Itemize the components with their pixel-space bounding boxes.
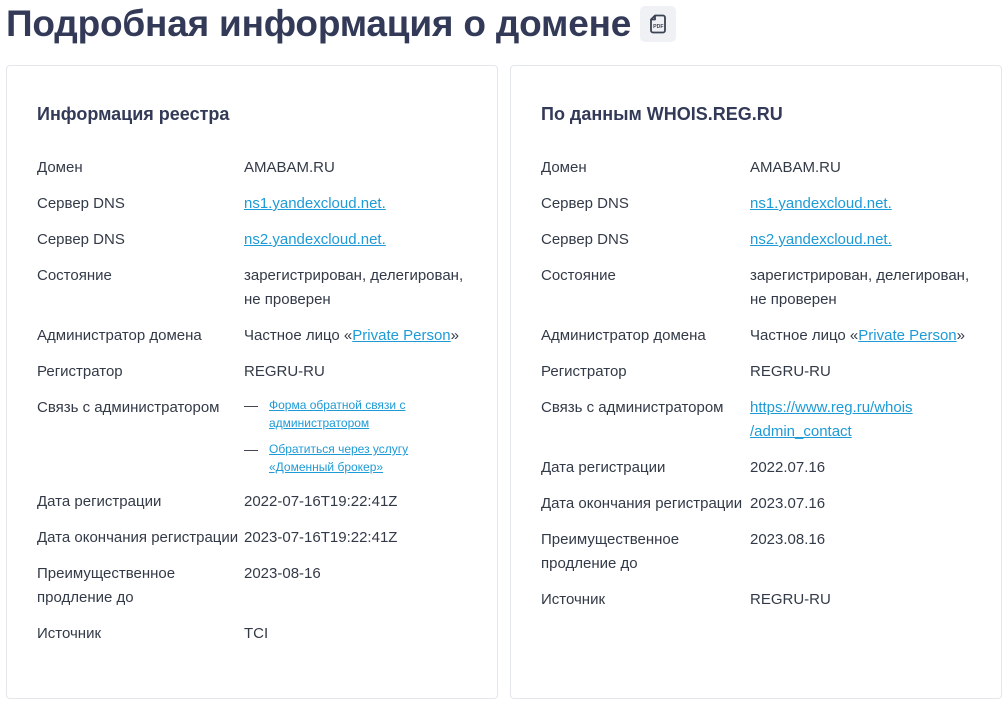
row-label: Домен bbox=[37, 159, 83, 176]
row-label: Сервер DNS bbox=[541, 195, 629, 212]
pdf-file-icon: PDF bbox=[650, 14, 667, 34]
list-dash: — bbox=[244, 397, 258, 413]
domain-value: AMABAM.RU bbox=[750, 159, 841, 176]
status-value: зарегистрирован, делегирован, не провере… bbox=[244, 267, 464, 308]
renewal-value: 2023.08.16 bbox=[750, 531, 826, 548]
registry-row-renewal: Преимущественное продление до 2023-08-16 bbox=[37, 562, 477, 610]
row-label: Дата окончания регистрации bbox=[37, 529, 239, 546]
admin-contact-link-line2: /admin_contact bbox=[750, 423, 852, 440]
whois-row-dns1: Сервер DNS ns1.yandexcloud.net. bbox=[541, 192, 981, 216]
whois-row-dns2: Сервер DNS ns2.yandexcloud.net. bbox=[541, 228, 981, 252]
whois-card-title: По данным WHOIS.REG.RU bbox=[541, 104, 783, 124]
registry-row-expires: Дата окончания регистрации 2023-07-16T19… bbox=[37, 526, 477, 550]
row-label: Преимущественное продление до bbox=[37, 565, 176, 606]
dns-server-link[interactable]: ns1.yandexcloud.net. bbox=[750, 195, 892, 212]
admin-prefix: Частное лицо « bbox=[244, 327, 353, 344]
admin-prefix: Частное лицо « bbox=[750, 327, 859, 344]
row-label: Сервер DNS bbox=[37, 231, 125, 248]
registry-card-title: Информация реестра bbox=[37, 104, 230, 124]
domain-broker-link[interactable]: Обратиться через услугу «Доменный брокер… bbox=[269, 440, 419, 476]
registry-info-list: Домен AMABAM.RU Сервер DNS ns1.yandexclo… bbox=[37, 156, 477, 658]
renewal-value: 2023-08-16 bbox=[244, 565, 321, 582]
row-label: Состояние bbox=[37, 267, 112, 284]
row-label: Регистратор bbox=[541, 363, 627, 380]
private-person-link[interactable]: Private Person bbox=[352, 327, 450, 344]
registry-row-domain: Домен AMABAM.RU bbox=[37, 156, 477, 180]
domain-value: AMABAM.RU bbox=[244, 159, 335, 176]
domain-info-page: Подробная информация о домене PDF Информ… bbox=[0, 0, 1007, 705]
dns-server-link[interactable]: ns2.yandexcloud.net. bbox=[244, 231, 386, 248]
whois-row-registrar: Регистратор REGRU-RU bbox=[541, 360, 981, 384]
source-value: REGRU-RU bbox=[750, 591, 831, 608]
whois-row-created: Дата регистрации 2022.07.16 bbox=[541, 456, 981, 480]
whois-row-status: Состояние зарегистрирован, делегирован, … bbox=[541, 264, 981, 312]
row-label: Сервер DNS bbox=[541, 231, 629, 248]
registry-info-card: Информация реестра Домен AMABAM.RU Серве… bbox=[6, 65, 498, 699]
row-label: Источник bbox=[37, 625, 102, 642]
admin-suffix: » bbox=[956, 327, 965, 344]
whois-row-renewal: Преимущественное продление до 2023.08.16 bbox=[541, 528, 981, 576]
row-label: Состояние bbox=[541, 267, 616, 284]
feedback-form-link[interactable]: Форма обратной связи с администратором bbox=[269, 396, 419, 432]
list-item: — Форма обратной связи с администратором bbox=[244, 396, 477, 432]
registry-row-dns1: Сервер DNS ns1.yandexcloud.net. bbox=[37, 192, 477, 216]
source-value: TCI bbox=[244, 625, 269, 642]
row-label: Администратор домена bbox=[37, 327, 202, 344]
created-value: 2022.07.16 bbox=[750, 459, 826, 476]
row-label: Источник bbox=[541, 591, 606, 608]
status-value: зарегистрирован, делегирован, не провере… bbox=[750, 267, 970, 308]
page-header: Подробная информация о домене PDF bbox=[6, 2, 677, 46]
row-label: Связь с администратором bbox=[37, 399, 220, 416]
list-dash: — bbox=[244, 441, 258, 457]
whois-info-list: Домен AMABAM.RU Сервер DNS ns1.yandexclo… bbox=[541, 156, 981, 624]
registry-row-created: Дата регистрации 2022-07-16T19:22:41Z bbox=[37, 490, 477, 514]
whois-row-admin: Администратор домена Частное лицо «Priva… bbox=[541, 324, 981, 348]
registry-row-admin: Администратор домена Частное лицо «Priva… bbox=[37, 324, 477, 348]
whois-row-source: Источник REGRU-RU bbox=[541, 588, 981, 612]
registrar-value: REGRU-RU bbox=[750, 363, 831, 380]
dns-server-link[interactable]: ns2.yandexcloud.net. bbox=[750, 231, 892, 248]
whois-row-contact: Связь с администратором https://www.reg.… bbox=[541, 396, 981, 444]
private-person-link[interactable]: Private Person bbox=[858, 327, 956, 344]
row-label: Домен bbox=[541, 159, 587, 176]
row-label: Дата регистрации bbox=[37, 493, 162, 510]
expires-value: 2023-07-16T19:22:41Z bbox=[244, 529, 398, 546]
whois-row-expires: Дата окончания регистрации 2023.07.16 bbox=[541, 492, 981, 516]
registrar-value: REGRU-RU bbox=[244, 363, 325, 380]
admin-suffix: » bbox=[450, 327, 459, 344]
contact-links-list: — Форма обратной связи с администратором… bbox=[244, 396, 477, 476]
admin-value: Частное лицо «Private Person» bbox=[244, 324, 477, 348]
whois-row-domain: Домен AMABAM.RU bbox=[541, 156, 981, 180]
svg-text:PDF: PDF bbox=[653, 24, 663, 30]
row-label: Преимущественное продление до bbox=[541, 531, 680, 572]
row-label: Дата регистрации bbox=[541, 459, 666, 476]
admin-contact-link-line1: https://www.reg.ru/whois bbox=[750, 399, 913, 416]
pdf-download-button[interactable]: PDF bbox=[640, 6, 677, 42]
row-label: Сервер DNS bbox=[37, 195, 125, 212]
dns-server-link[interactable]: ns1.yandexcloud.net. bbox=[244, 195, 386, 212]
row-label: Дата окончания регистрации bbox=[541, 495, 743, 512]
row-label: Администратор домена bbox=[541, 327, 706, 344]
admin-contact-link[interactable]: https://www.reg.ru/whois/admin_contact bbox=[750, 399, 913, 440]
page-title: Подробная информация о домене bbox=[6, 3, 632, 44]
registry-row-source: Источник TCI bbox=[37, 622, 477, 646]
row-label: Связь с администратором bbox=[541, 399, 724, 416]
registry-row-dns2: Сервер DNS ns2.yandexcloud.net. bbox=[37, 228, 477, 252]
registry-row-contact: Связь с администратором — Форма обратной… bbox=[37, 396, 477, 476]
list-item: — Обратиться через услугу «Доменный брок… bbox=[244, 440, 477, 476]
admin-value: Частное лицо «Private Person» bbox=[750, 324, 981, 348]
expires-value: 2023.07.16 bbox=[750, 495, 826, 512]
whois-info-card: По данным WHOIS.REG.RU Домен AMABAM.RU С… bbox=[510, 65, 1002, 699]
row-label: Регистратор bbox=[37, 363, 123, 380]
registry-row-status: Состояние зарегистрирован, делегирован, … bbox=[37, 264, 477, 312]
created-value: 2022-07-16T19:22:41Z bbox=[244, 493, 398, 510]
registry-row-registrar: Регистратор REGRU-RU bbox=[37, 360, 477, 384]
